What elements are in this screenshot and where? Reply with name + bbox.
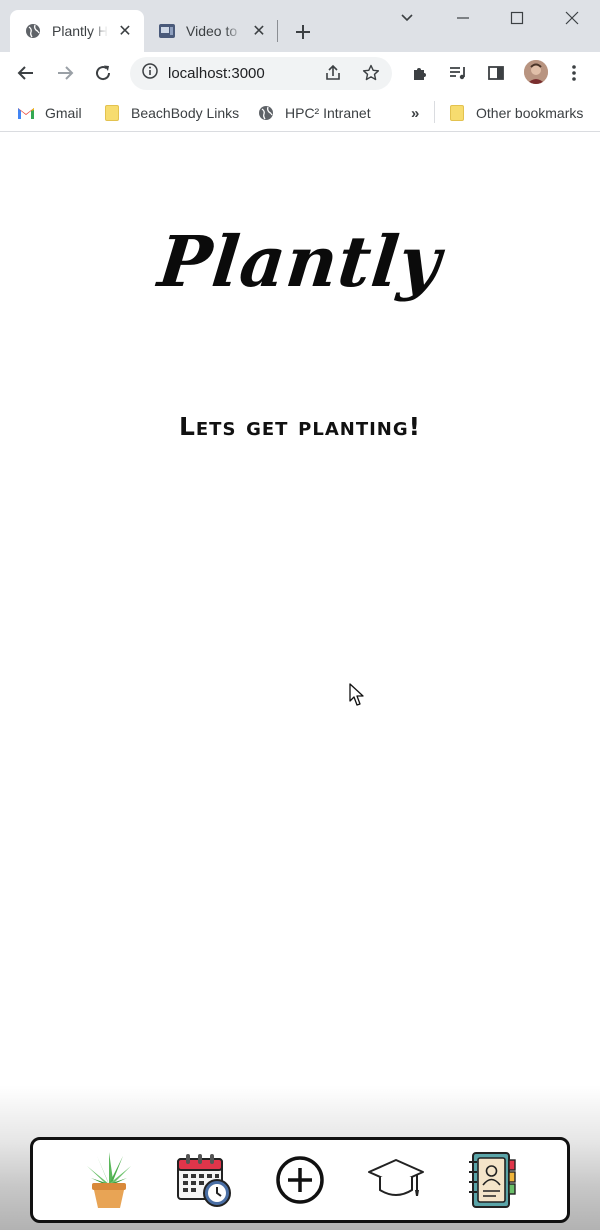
bookmarks-overflow-button[interactable]: »	[411, 102, 419, 124]
gmail-icon	[17, 104, 35, 122]
new-tab-button[interactable]	[289, 18, 317, 46]
reload-button[interactable]	[89, 59, 117, 87]
forward-arrow-icon	[58, 66, 74, 80]
globe-icon	[24, 22, 42, 40]
tab-title: Plantly H	[52, 23, 108, 39]
tab-title: Video to	[186, 23, 238, 39]
minimize-button[interactable]	[449, 4, 477, 32]
graduation-cap-icon	[367, 1159, 424, 1196]
nav-add-button[interactable]	[269, 1149, 331, 1211]
back-arrow-icon	[17, 66, 33, 80]
share-icon[interactable]	[322, 62, 344, 84]
folder-icon	[103, 104, 121, 122]
profile-avatar[interactable]	[524, 60, 548, 84]
bookmark-star-icon[interactable]	[360, 62, 382, 84]
potted-plant-icon	[86, 1152, 131, 1208]
tab-video[interactable]: Video to ✕	[150, 10, 276, 52]
tab-divider	[277, 20, 278, 42]
url-text[interactable]: localhost:3000	[168, 65, 265, 82]
bookmark-beachbody[interactable]: BeachBody Links	[103, 102, 239, 124]
bookmark-label: Gmail	[45, 105, 82, 121]
bookmark-label: HPC² Intranet	[285, 105, 371, 121]
bookmark-hpc-intranet[interactable]: HPC² Intranet	[257, 102, 371, 124]
media-queue-icon[interactable]	[444, 59, 472, 87]
video-converter-icon	[158, 22, 176, 40]
bookmark-label: BeachBody Links	[131, 105, 240, 121]
plus-circle-icon	[276, 1156, 324, 1204]
app-logo: Plantly	[154, 220, 446, 303]
nav-schedule-button[interactable]	[173, 1149, 235, 1211]
nav-learn-button[interactable]	[365, 1149, 427, 1211]
nav-contacts-button[interactable]	[460, 1149, 522, 1211]
plus-icon	[296, 25, 310, 39]
bookmark-gmail[interactable]: Gmail	[17, 102, 82, 124]
window-close-button[interactable]	[558, 4, 586, 32]
globe-icon	[257, 104, 275, 122]
maximize-button[interactable]	[503, 4, 531, 32]
bookmark-label: Other bookmarks	[476, 105, 584, 121]
forward-button[interactable]	[51, 59, 79, 87]
browser-toolbar: localhost:3000	[0, 52, 600, 94]
tab-search-chevron-icon[interactable]	[393, 4, 421, 32]
nav-plants-button[interactable]	[78, 1149, 140, 1211]
bookmarks-divider	[434, 101, 435, 123]
tab-strip: Plantly H ✕ Video to ✕	[0, 0, 600, 52]
close-icon[interactable]: ✕	[250, 22, 268, 40]
back-button[interactable]	[12, 59, 40, 87]
tab-plantly[interactable]: Plantly H ✕	[10, 10, 144, 52]
info-icon[interactable]	[142, 63, 158, 84]
mouse-cursor-icon	[349, 683, 364, 706]
reload-icon	[96, 65, 111, 81]
bottom-nav	[30, 1137, 570, 1223]
calendar-clock-icon	[177, 1154, 232, 1207]
address-bar[interactable]: localhost:3000	[130, 57, 392, 90]
extensions-icon[interactable]	[406, 59, 434, 87]
menu-kebab-icon[interactable]	[560, 59, 588, 87]
address-book-icon	[469, 1152, 516, 1208]
bookmark-other[interactable]: Other bookmarks	[448, 102, 583, 124]
close-icon[interactable]: ✕	[116, 22, 134, 40]
page-tagline: Lets get planting!	[178, 412, 422, 441]
folder-icon	[448, 104, 466, 122]
bookmarks-bar: Gmail BeachBody Links HPC² Intranet » Ot…	[0, 94, 600, 132]
side-panel-icon[interactable]	[482, 59, 510, 87]
